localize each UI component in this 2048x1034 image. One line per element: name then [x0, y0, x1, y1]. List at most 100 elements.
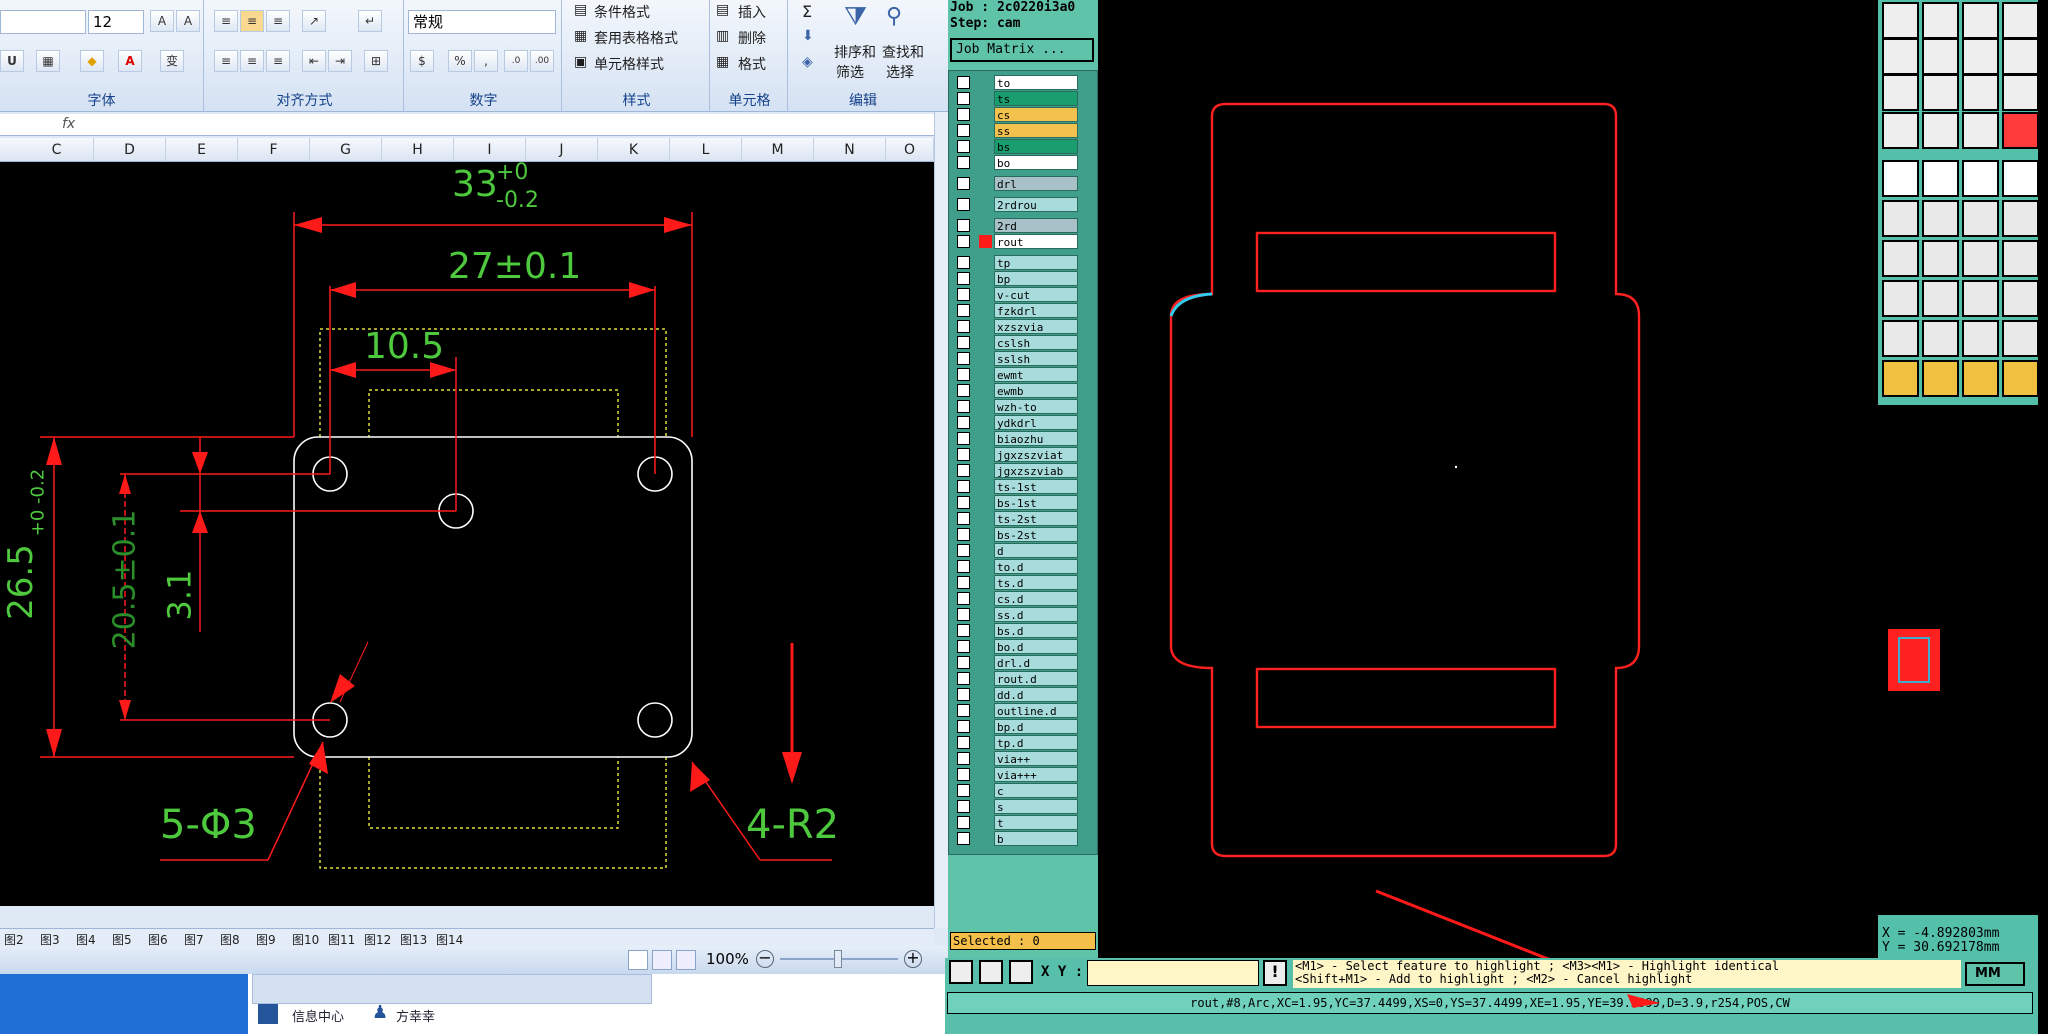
layer-row-ts.d[interactable]: ts.d	[957, 575, 1081, 590]
format-button[interactable]: 格式	[738, 54, 766, 74]
layer-checkbox[interactable]	[957, 512, 970, 525]
layer-checkbox[interactable]	[957, 416, 970, 429]
layer-row-tp.d[interactable]: tp.d	[957, 735, 1081, 750]
layer-name[interactable]: bs-1st	[994, 495, 1078, 510]
layer-row-ts-2st[interactable]: ts-2st	[957, 511, 1081, 526]
column-header-k[interactable]: K	[598, 138, 670, 162]
cell-style-button[interactable]: 单元格样式	[594, 54, 664, 74]
align-right-icon[interactable]: ≡	[266, 50, 290, 72]
tool-button-icon[interactable]	[2002, 320, 2039, 357]
fill-icon[interactable]: ⬇	[802, 28, 814, 44]
layer-checkbox[interactable]	[957, 124, 970, 137]
layer-name[interactable]: ewmt	[994, 367, 1078, 382]
tool-button-icon[interactable]	[1882, 280, 1919, 317]
layer-name[interactable]: ts.d	[994, 575, 1078, 590]
layer-row-bp.d[interactable]: bp.d	[957, 719, 1081, 734]
layer-row-ewmb[interactable]: ewmb	[957, 383, 1081, 398]
column-header-f[interactable]: F	[238, 138, 310, 162]
layer-name[interactable]: rout	[994, 234, 1078, 249]
taskbar-window-button[interactable]	[252, 974, 652, 1004]
formula-bar[interactable]: fx	[0, 114, 948, 136]
page-break-icon[interactable]	[676, 950, 696, 970]
layer-row-ydkdrl[interactable]: ydkdrl	[957, 415, 1081, 430]
layer-checkbox[interactable]	[957, 624, 970, 637]
layer-checkbox[interactable]	[957, 576, 970, 589]
layer-row-bo[interactable]: bo	[957, 155, 1081, 170]
column-header-m[interactable]: M	[742, 138, 814, 162]
tool-button-icon[interactable]	[1882, 320, 1919, 357]
layer-checkbox[interactable]	[957, 108, 970, 121]
layer-name[interactable]: 2rd	[994, 218, 1078, 233]
layer-checkbox[interactable]	[957, 368, 970, 381]
tool-button-icon[interactable]	[1922, 280, 1959, 317]
layer-row-c[interactable]: c	[957, 783, 1081, 798]
wrap-text-icon[interactable]: ↵	[358, 10, 382, 32]
taskbar-item-info[interactable]: 信息中心	[292, 1006, 344, 1025]
layer-name[interactable]: rout.d	[994, 671, 1078, 686]
sheet-canvas[interactable]: 33 +0 -0.2 27±0.1 10.5 26.5 +0 -0.2 20.5…	[0, 160, 934, 906]
tool-button-icon[interactable]	[1922, 38, 1959, 75]
layer-checkbox[interactable]	[957, 140, 970, 153]
layer-checkbox[interactable]	[957, 288, 970, 301]
layer-row-d[interactable]: d	[957, 543, 1081, 558]
layer-row-ss[interactable]: ss	[957, 123, 1081, 138]
layer-name[interactable]: bo	[994, 155, 1078, 170]
layer-row-xzszvia[interactable]: xzszvia	[957, 319, 1081, 334]
tool-button-icon[interactable]	[2002, 74, 2039, 111]
layer-row-bs.d[interactable]: bs.d	[957, 623, 1081, 638]
layer-name[interactable]: sslsh	[994, 351, 1078, 366]
tool-button-icon[interactable]	[1962, 2, 1999, 39]
layer-row-to[interactable]: to	[957, 75, 1081, 90]
zoom-in-icon[interactable]: +	[904, 950, 922, 968]
layer-checkbox[interactable]	[957, 784, 970, 797]
align-middle-icon[interactable]: ≡	[240, 10, 264, 32]
currency-icon[interactable]: $	[410, 50, 434, 72]
layer-row-bo.d[interactable]: bo.d	[957, 639, 1081, 654]
layer-name[interactable]: to	[994, 75, 1078, 90]
outdent-icon[interactable]: ⇤	[302, 50, 326, 72]
layer-name[interactable]: cs	[994, 107, 1078, 122]
tool-button-icon[interactable]	[1882, 74, 1919, 111]
tool-button-icon[interactable]	[1882, 160, 1919, 197]
layer-name[interactable]: via++	[994, 751, 1078, 766]
layer-checkbox[interactable]	[957, 448, 970, 461]
layer-row-tp[interactable]: tp	[957, 255, 1081, 270]
layer-checkbox[interactable]	[957, 464, 970, 477]
layer-row-v-cut[interactable]: v-cut	[957, 287, 1081, 302]
layer-checkbox[interactable]	[957, 496, 970, 509]
phonetic-icon[interactable]: 变	[160, 50, 184, 72]
layer-checkbox[interactable]	[957, 198, 970, 211]
layer-row-bs-2st[interactable]: bs-2st	[957, 527, 1081, 542]
find-select-label1[interactable]: 查找和	[882, 42, 924, 62]
layer-checkbox[interactable]	[957, 544, 970, 557]
tool-button-icon[interactable]	[1882, 240, 1919, 277]
layer-row-wzh-to[interactable]: wzh-to	[957, 399, 1081, 414]
font-color-icon[interactable]: A	[118, 50, 142, 72]
layer-checkbox[interactable]	[957, 768, 970, 781]
layer-name[interactable]: ts	[994, 91, 1078, 106]
layer-row-bs[interactable]: bs	[957, 139, 1081, 154]
normal-view-icon[interactable]	[628, 950, 648, 970]
column-header-g[interactable]: G	[310, 138, 382, 162]
layer-name[interactable]: wzh-to	[994, 399, 1078, 414]
layer-checkbox[interactable]	[957, 608, 970, 621]
layer-name[interactable]: s	[994, 799, 1078, 814]
layer-checkbox[interactable]	[957, 384, 970, 397]
tool-button-icon[interactable]	[1882, 200, 1919, 237]
percent-icon[interactable]: %	[448, 50, 472, 72]
column-header-o[interactable]: O	[886, 138, 934, 162]
fill-color-icon[interactable]: ◆	[80, 50, 104, 72]
align-bottom-icon[interactable]: ≡	[266, 10, 290, 32]
tool-button-icon[interactable]	[1962, 160, 1999, 197]
layer-name[interactable]: outline.d	[994, 703, 1078, 718]
zoom-slider-thumb[interactable]	[834, 950, 842, 968]
underline-icon[interactable]: U	[0, 50, 24, 72]
zoom-out-icon[interactable]: −	[756, 950, 774, 968]
number-format-select[interactable]: 常规	[408, 10, 556, 34]
cond-format-button[interactable]: 条件格式	[594, 2, 650, 22]
column-header-e[interactable]: E	[166, 138, 238, 162]
layer-row-2rdrou[interactable]: 2rdrou	[957, 197, 1081, 212]
layer-row-ts[interactable]: ts	[957, 91, 1081, 106]
layer-row-dd.d[interactable]: dd.d	[957, 687, 1081, 702]
layer-checkbox[interactable]	[957, 272, 970, 285]
